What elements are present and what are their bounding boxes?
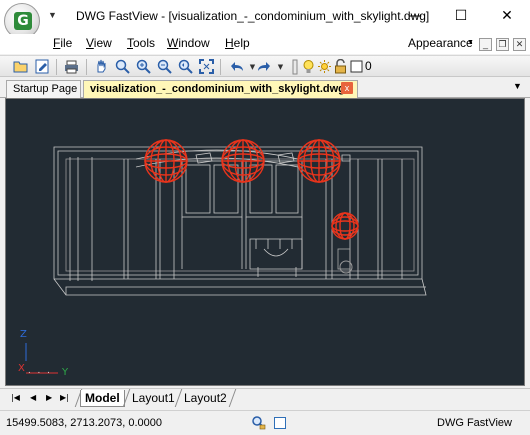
first-layout-button[interactable]: |◀ bbox=[11, 393, 20, 402]
menu-window[interactable]: Window bbox=[167, 36, 210, 50]
quick-access-arrow-icon[interactable]: ▼ bbox=[48, 10, 57, 20]
axis-dots: . . . bbox=[28, 365, 52, 376]
toolbar-separator bbox=[86, 59, 87, 75]
pan-hand-icon[interactable] bbox=[93, 58, 110, 75]
minimize-button[interactable]: — bbox=[392, 0, 438, 32]
toolbar-separator bbox=[56, 59, 57, 75]
menu-view[interactable]: View bbox=[86, 36, 112, 50]
lamp-globe bbox=[144, 139, 188, 183]
menu-file[interactable]: File bbox=[53, 36, 72, 50]
zoom-window-icon[interactable] bbox=[114, 58, 131, 75]
menu-bar: File View Tools Window Help Appearance ▼ bbox=[0, 34, 530, 54]
tab-active-drawing[interactable]: visualization_-_condominium_with_skyligh… bbox=[83, 80, 358, 98]
appearance-dropdown-icon[interactable]: ▼ bbox=[467, 39, 474, 46]
sun-icon[interactable] bbox=[316, 58, 333, 75]
redo-icon[interactable] bbox=[256, 58, 273, 75]
zoom-lock-icon[interactable] bbox=[250, 415, 266, 431]
axis-y-label: Y bbox=[62, 367, 69, 378]
mdi-close-button[interactable]: ✕ bbox=[513, 38, 526, 51]
lightbulb-icon[interactable] bbox=[300, 58, 317, 75]
close-button[interactable]: ✕ bbox=[484, 0, 530, 32]
app-logo-letter: G bbox=[14, 12, 32, 30]
maximize-button[interactable]: ☐ bbox=[438, 0, 484, 32]
fullscreen-toggle-icon[interactable] bbox=[274, 417, 286, 429]
tab-startup-page[interactable]: Startup Page bbox=[6, 80, 81, 98]
axis-x-label: X bbox=[18, 363, 25, 374]
undo-icon[interactable] bbox=[228, 58, 245, 75]
document-tab-strip: Startup Page visualization_-_condominium… bbox=[0, 77, 530, 98]
drawing-canvas[interactable]: Z X . . . Y bbox=[5, 98, 525, 386]
appearance-menu[interactable]: Appearance bbox=[408, 36, 473, 50]
layer-lock-icon[interactable] bbox=[332, 58, 349, 75]
layer-color-icon[interactable] bbox=[348, 58, 365, 75]
zoom-previous-icon[interactable] bbox=[177, 58, 194, 75]
menu-help[interactable]: Help bbox=[225, 36, 250, 50]
layout-tab-bar: |◀ ◀ ▶ ▶| Model Layout1 Layout2 bbox=[0, 388, 530, 408]
status-app-name: DWG FastView bbox=[437, 417, 512, 429]
current-layer-value[interactable]: 0 bbox=[365, 59, 372, 73]
toolbar-separator bbox=[220, 59, 221, 75]
cursor-coordinates: 15499.5083, 2713.2073, 0.0000 bbox=[6, 417, 162, 429]
axis-z-label: Z bbox=[20, 329, 27, 340]
save-as-icon[interactable] bbox=[34, 58, 51, 75]
previous-layout-button[interactable]: ◀ bbox=[30, 393, 36, 402]
window-title: DWG FastView - [visualization_-_condomin… bbox=[76, 9, 430, 23]
last-layout-button[interactable]: ▶| bbox=[60, 393, 69, 402]
print-icon[interactable] bbox=[63, 58, 80, 75]
mdi-minimize-button[interactable]: _ bbox=[479, 38, 492, 51]
status-bar: 15499.5083, 2713.2073, 0.0000 DWG FastVi… bbox=[0, 410, 530, 435]
drawing-wireframe bbox=[25, 139, 427, 374]
layout-tab-layout1[interactable]: Layout1 bbox=[128, 390, 179, 407]
open-folder-icon[interactable] bbox=[12, 58, 29, 75]
menu-tools[interactable]: Tools bbox=[127, 36, 155, 50]
zoom-in-icon[interactable] bbox=[135, 58, 152, 75]
next-layout-button[interactable]: ▶ bbox=[46, 393, 52, 402]
layout-tab-model[interactable]: Model bbox=[80, 390, 125, 407]
title-bar: G ▼ DWG FastView - [visualization_-_cond… bbox=[0, 0, 530, 39]
tab-close-icon[interactable]: x bbox=[341, 82, 353, 94]
layout-tab-layout2[interactable]: Layout2 bbox=[180, 390, 231, 407]
zoom-out-icon[interactable] bbox=[156, 58, 173, 75]
zoom-extents-icon[interactable] bbox=[198, 58, 215, 75]
mdi-restore-button[interactable]: ❐ bbox=[496, 38, 509, 51]
tab-list-dropdown-icon[interactable]: ▼ bbox=[513, 81, 522, 91]
toolbar: ▼ ▼ 0 bbox=[0, 55, 530, 77]
